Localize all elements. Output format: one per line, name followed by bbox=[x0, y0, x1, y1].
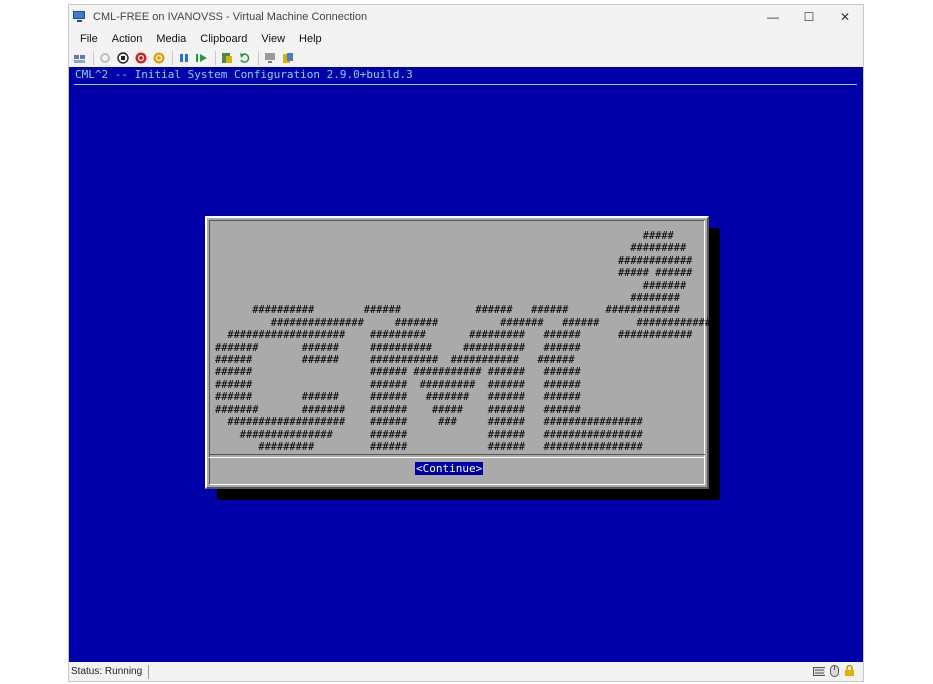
vm-connection-app-icon bbox=[73, 11, 87, 23]
shut-down-icon[interactable] bbox=[134, 51, 148, 65]
checkpoint-icon[interactable] bbox=[220, 51, 234, 65]
menu-clipboard[interactable]: Clipboard bbox=[193, 29, 254, 49]
pause-icon[interactable] bbox=[177, 51, 191, 65]
lock-icon bbox=[843, 665, 855, 677]
vm-connection-window: CML-FREE on IVANOVSS - Virtual Machine C… bbox=[68, 4, 864, 682]
window-title: CML-FREE on IVANOVSS - Virtual Machine C… bbox=[93, 11, 368, 23]
status-bar: Status: Running bbox=[69, 662, 863, 682]
status-text: Status: Running bbox=[69, 665, 150, 679]
menu-help[interactable]: Help bbox=[292, 29, 329, 49]
cml-logo-ascii-art: ##### ######### ############ ##### #####… bbox=[215, 230, 711, 453]
console-title-divider bbox=[74, 84, 857, 85]
minimize-button[interactable]: — bbox=[755, 5, 791, 29]
console-title: CML^2 -- Initial System Configuration 2.… bbox=[75, 68, 413, 81]
enhanced-session-icon[interactable] bbox=[263, 51, 277, 65]
mouse-icon bbox=[828, 665, 840, 677]
keyboard-icon bbox=[813, 665, 825, 677]
menu-view[interactable]: View bbox=[254, 29, 292, 49]
resume-icon[interactable] bbox=[195, 51, 209, 65]
continue-button[interactable]: <Continue> bbox=[415, 462, 484, 475]
close-button[interactable]: ✕ bbox=[827, 5, 863, 29]
vm-console-screen[interactable]: CML^2 -- Initial System Configuration 2.… bbox=[69, 67, 863, 662]
turn-off-icon[interactable] bbox=[116, 51, 130, 65]
window-controls: — ☐ ✕ bbox=[755, 5, 863, 29]
menu-action[interactable]: Action bbox=[105, 29, 150, 49]
revert-icon[interactable] bbox=[238, 51, 252, 65]
maximize-button[interactable]: ☐ bbox=[791, 5, 827, 29]
config-dialog: ##### ######### ############ ##### #####… bbox=[205, 216, 711, 489]
dialog-divider bbox=[209, 454, 705, 458]
ctrl-alt-del-icon[interactable] bbox=[73, 51, 87, 65]
menu-media[interactable]: Media bbox=[149, 29, 193, 49]
menu-bar: File Action Media Clipboard View Help bbox=[69, 29, 863, 49]
title-bar: CML-FREE on IVANOVSS - Virtual Machine C… bbox=[69, 5, 863, 29]
toolbar bbox=[69, 49, 863, 67]
start-icon[interactable] bbox=[98, 51, 112, 65]
save-icon[interactable] bbox=[152, 51, 166, 65]
share-icon[interactable] bbox=[281, 51, 295, 65]
menu-file[interactable]: File bbox=[73, 29, 105, 49]
